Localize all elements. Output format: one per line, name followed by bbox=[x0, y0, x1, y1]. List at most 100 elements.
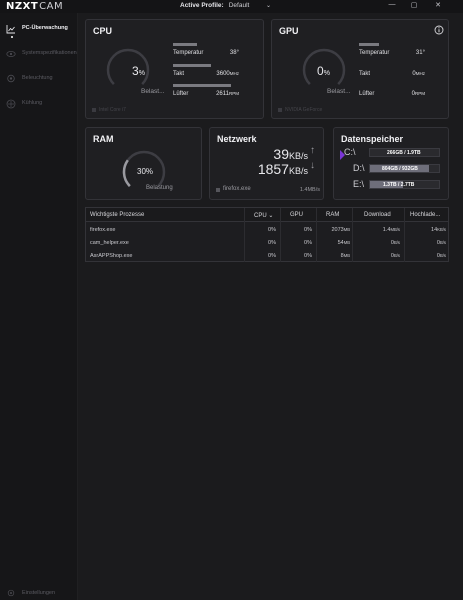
sidebar-item-label: Beleuchtung bbox=[22, 75, 53, 81]
fan-icon bbox=[6, 99, 16, 109]
sidebar-item-cooling[interactable]: Kühlung bbox=[0, 95, 78, 115]
cpu-card[interactable]: CPU 3% Belast... Temperatur 38° Takt 360… bbox=[85, 19, 264, 119]
process-ram: 8MB bbox=[340, 253, 350, 259]
drive-e-label: E:\ bbox=[353, 179, 365, 189]
sidebar-item-settings[interactable]: Einstellungen bbox=[0, 586, 78, 600]
column-divider bbox=[316, 208, 317, 262]
network-down-speed: 39KB/s bbox=[273, 146, 308, 162]
profile-selector[interactable]: Active Profile: Default ⌄ bbox=[180, 2, 271, 9]
network-up-speed: 1857KB/s bbox=[257, 161, 308, 177]
process-cpu: 0% bbox=[268, 227, 276, 233]
minimize-icon[interactable]: — bbox=[386, 1, 398, 8]
cpu-fan-value: 2611RPM bbox=[216, 91, 239, 97]
title-bar: NZXTCAM Active Profile: Default ⌄ — ▢ ✕ bbox=[0, 0, 463, 13]
gear-icon bbox=[7, 589, 15, 597]
gpu-card[interactable]: GPU 0% Belast... Temperatur 31° Takt 0MH… bbox=[271, 19, 449, 119]
cpu-title: CPU bbox=[93, 26, 113, 36]
close-icon[interactable]: ✕ bbox=[432, 1, 444, 9]
process-cpu: 0% bbox=[268, 240, 276, 246]
process-upload: 0B/s bbox=[436, 253, 446, 259]
column-divider bbox=[404, 208, 405, 262]
active-indicator bbox=[11, 36, 13, 38]
profile-value: Default bbox=[228, 2, 250, 9]
sidebar-item-label: PC-Überwachung bbox=[22, 25, 68, 31]
network-top-app-rate: 1.4MB/s bbox=[299, 187, 320, 193]
process-cpu: 0% bbox=[268, 253, 276, 259]
process-gpu: 0% bbox=[304, 253, 312, 259]
sidebar-item-system-specs[interactable]: Systemspezifikationen bbox=[0, 45, 78, 65]
network-card[interactable]: Netzwerk 39KB/s ↑ 1857KB/s ↓ firefox.exe… bbox=[209, 127, 324, 200]
process-name: cam_helper.exe bbox=[90, 240, 129, 246]
process-gpu: 0% bbox=[304, 240, 312, 246]
sidebar-item-lighting[interactable]: Beleuchtung bbox=[0, 70, 78, 90]
process-download: 0B/s bbox=[390, 253, 400, 259]
process-ram: 2073MB bbox=[331, 227, 350, 233]
gpu-clock-bar bbox=[359, 64, 423, 67]
cpu-clock-label: Takt bbox=[173, 71, 185, 77]
storage-title: Datenspeicher bbox=[341, 134, 404, 144]
process-table: Wichtigste Prozesse CPU ⌄ GPU RAM Downlo… bbox=[85, 207, 449, 262]
chart-icon bbox=[6, 25, 15, 34]
app-logo: NZXTCAM bbox=[6, 1, 64, 12]
gpu-title: GPU bbox=[279, 26, 299, 36]
process-upload: 14KB/s bbox=[431, 227, 446, 233]
process-upload: 0B/s bbox=[436, 240, 446, 246]
process-download: 1.4MB/s bbox=[382, 227, 400, 233]
column-divider bbox=[352, 208, 353, 262]
cpu-clock-value: 3600MHz bbox=[216, 71, 239, 77]
maximize-icon[interactable]: ▢ bbox=[408, 1, 420, 9]
gpu-temp-label: Temperatur bbox=[359, 50, 390, 56]
process-name: firefox.exe bbox=[90, 227, 116, 233]
settings-label: Einstellungen bbox=[22, 590, 56, 596]
info-icon[interactable] bbox=[434, 25, 444, 35]
cpu-load-value: 3% bbox=[132, 64, 145, 78]
sort-chevron-icon: ⌄ bbox=[268, 213, 274, 219]
cpu-footer-text: Intel Core i7 bbox=[99, 107, 126, 113]
gpu-footer-text: NVIDIA GeForce bbox=[285, 107, 323, 113]
cpu-footer-square bbox=[92, 108, 96, 112]
drive-c-bar[interactable]: 266GB / 1.9TB bbox=[369, 148, 440, 157]
network-app-square bbox=[216, 188, 220, 192]
gpu-load-value: 0% bbox=[317, 64, 330, 78]
gpu-fan-label: Lüfter bbox=[359, 91, 375, 97]
cpu-temp-value: 38° bbox=[229, 50, 239, 56]
ram-load-value: 30% bbox=[137, 167, 154, 176]
chevron-down-icon: ⌄ bbox=[266, 3, 272, 9]
eye-icon bbox=[6, 51, 16, 57]
gpu-temp-bar bbox=[359, 43, 423, 46]
sidebar-item-pc-monitoring[interactable]: PC-Überwachung bbox=[0, 20, 78, 40]
process-ram: 54MB bbox=[337, 240, 350, 246]
arrow-up-icon: ↑ bbox=[310, 145, 315, 156]
column-header-upload[interactable]: Hochlade... bbox=[410, 212, 440, 218]
bulb-icon bbox=[7, 74, 15, 83]
process-gpu: 0% bbox=[304, 227, 312, 233]
arrow-down-icon: ↓ bbox=[310, 160, 315, 171]
cpu-clock-bar bbox=[173, 64, 237, 67]
drive-e-bar[interactable]: 1.3TB / 2.7TB bbox=[369, 180, 440, 189]
column-header-cpu[interactable]: CPU ⌄ bbox=[254, 212, 273, 219]
ram-card[interactable]: RAM 30% Belastung bbox=[85, 127, 202, 200]
gpu-clock-value: 0MHz bbox=[412, 71, 425, 77]
drive-c-label: C:\ bbox=[344, 147, 356, 157]
cpu-load-label: Belast... bbox=[141, 88, 165, 95]
ram-title: RAM bbox=[93, 134, 114, 144]
network-title: Netzwerk bbox=[217, 134, 257, 144]
ram-load-label: Belastung bbox=[146, 185, 173, 191]
column-header-ram[interactable]: RAM bbox=[326, 212, 339, 218]
column-header-gpu[interactable]: GPU bbox=[290, 212, 303, 218]
network-top-app: firefox.exe bbox=[223, 186, 251, 192]
gpu-fan-value: 0RPM bbox=[411, 91, 425, 97]
drive-d-bar[interactable]: 804GB / 932GB bbox=[369, 164, 440, 173]
process-name: AsrAPPShop.exe bbox=[90, 253, 133, 259]
column-header-name[interactable]: Wichtigste Prozesse bbox=[90, 212, 144, 218]
profile-label: Active Profile: bbox=[180, 2, 224, 9]
gpu-clock-label: Takt bbox=[359, 71, 371, 77]
process-download: 0B/s bbox=[390, 240, 400, 246]
cpu-temp-label: Temperatur bbox=[173, 50, 204, 56]
sidebar-item-label: Systemspezifikationen bbox=[22, 50, 77, 56]
gpu-fan-bar bbox=[359, 84, 423, 87]
sidebar: PC-Überwachung Systemspezifikationen Bel… bbox=[0, 13, 78, 600]
gpu-temp-value: 31° bbox=[415, 50, 425, 56]
storage-card[interactable]: Datenspeicher C:\ 266GB / 1.9TB D:\ 804G… bbox=[333, 127, 449, 200]
column-header-download[interactable]: Download bbox=[364, 212, 391, 218]
